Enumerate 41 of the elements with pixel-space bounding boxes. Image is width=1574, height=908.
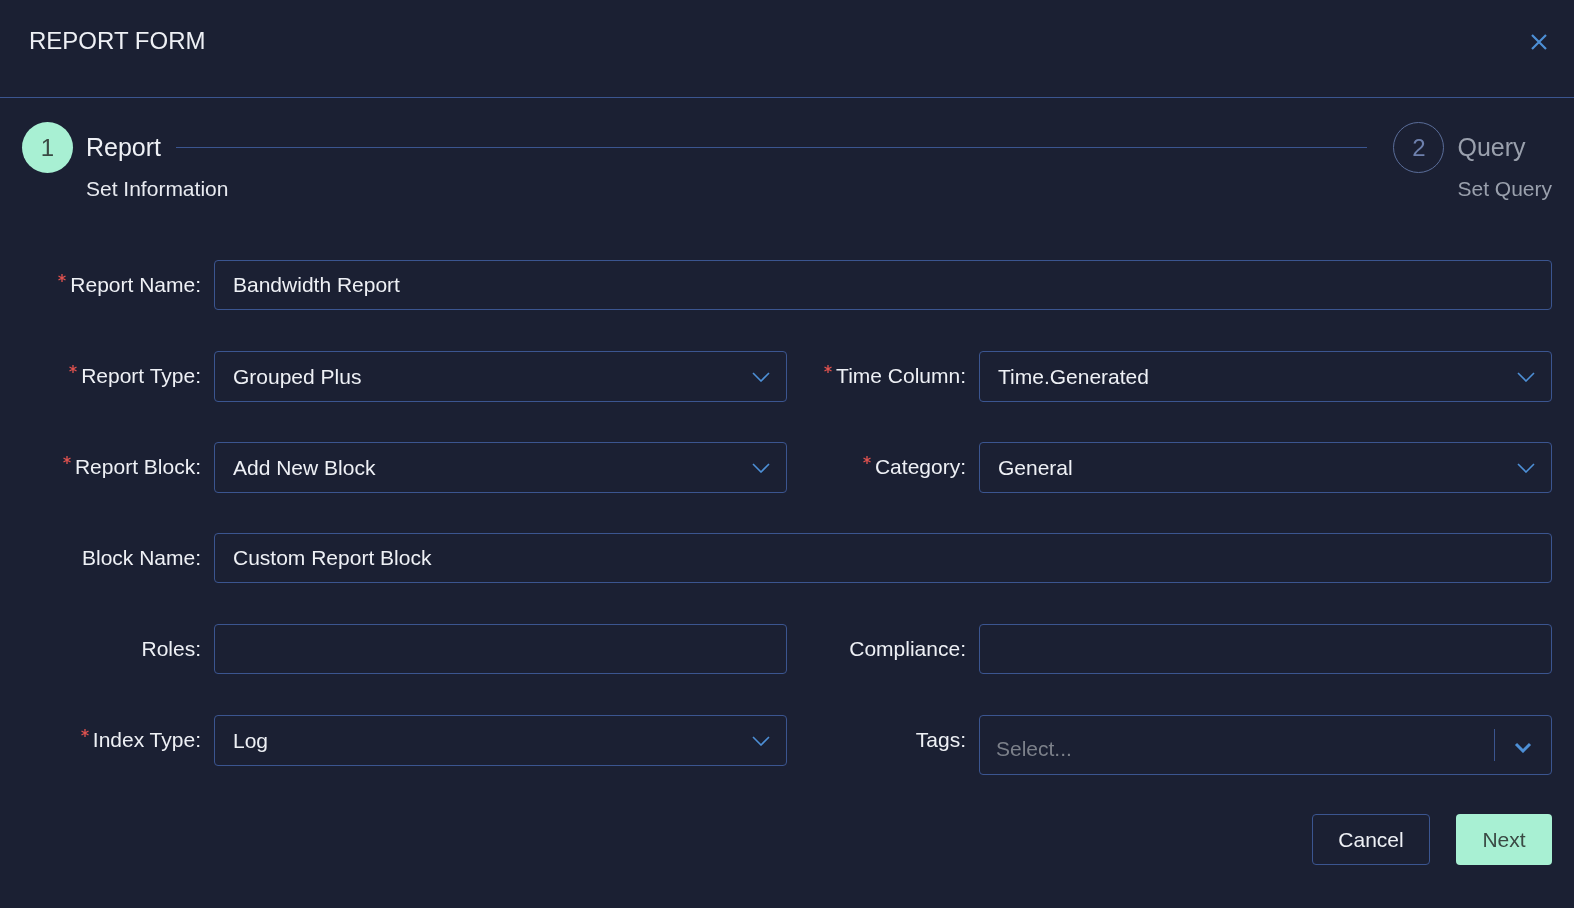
required-icon bbox=[824, 365, 833, 373]
text-field[interactable]: Bandwidth Report bbox=[214, 260, 1552, 310]
field-label: Category: bbox=[874, 454, 966, 481]
step-number: 1 bbox=[22, 122, 73, 173]
field-label: Roles: bbox=[141, 636, 201, 663]
dialog-title: REPORT FORM bbox=[29, 27, 206, 55]
close-icon bbox=[1530, 33, 1548, 51]
chevron-down-icon bbox=[752, 462, 770, 473]
required-icon bbox=[862, 456, 871, 464]
chevron-down-icon bbox=[1517, 371, 1535, 382]
text-field[interactable]: Custom Report Block bbox=[214, 533, 1552, 583]
required-icon bbox=[69, 365, 78, 373]
field-label: Report Block: bbox=[74, 454, 201, 481]
cancel-button[interactable]: Cancel bbox=[1312, 814, 1430, 865]
field-label: Index Type: bbox=[92, 727, 201, 754]
field-label: Block Name: bbox=[81, 545, 201, 572]
chevron-down-icon bbox=[1517, 462, 1535, 473]
field-label: Time Column: bbox=[836, 363, 966, 390]
step-subtitle: Set Information bbox=[86, 176, 229, 202]
tags-select-field[interactable]: Select... bbox=[979, 715, 1552, 775]
field-label: Report Name: bbox=[70, 272, 201, 299]
field-label: Report Type: bbox=[81, 363, 201, 390]
chevron-down-icon bbox=[752, 371, 770, 382]
dropdown-field[interactable]: General bbox=[979, 442, 1552, 493]
text-field[interactable] bbox=[214, 624, 787, 674]
field-label: Tags: bbox=[915, 727, 966, 754]
chevron-down-icon bbox=[1514, 741, 1532, 753]
text-field[interactable] bbox=[979, 624, 1552, 674]
step-title: Report bbox=[86, 132, 163, 163]
required-icon bbox=[80, 729, 89, 737]
dropdown-field[interactable]: Log bbox=[214, 715, 787, 766]
next-button[interactable]: Next bbox=[1456, 814, 1552, 865]
dropdown-field[interactable]: Add New Block bbox=[214, 442, 787, 493]
required-icon bbox=[62, 456, 71, 464]
step-title: Query bbox=[1457, 132, 1527, 163]
step-subtitle: Set Query bbox=[1457, 176, 1552, 202]
required-icon bbox=[58, 274, 67, 282]
field-label: Compliance: bbox=[849, 636, 966, 663]
dropdown-field[interactable]: Time.Generated bbox=[979, 351, 1552, 402]
dropdown-field[interactable]: Grouped Plus bbox=[214, 351, 787, 402]
chevron-down-icon bbox=[752, 735, 770, 746]
